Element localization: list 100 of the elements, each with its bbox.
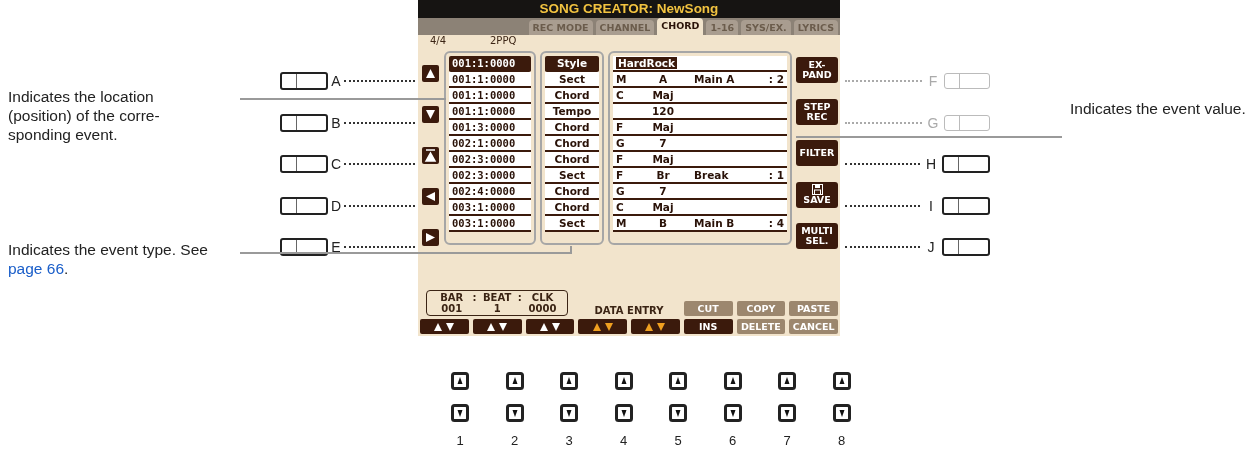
up-button[interactable]	[451, 372, 469, 390]
position-label: :	[517, 292, 522, 303]
arrow-button[interactable]	[631, 319, 680, 334]
value-cell[interactable]: F Br Break : 1	[613, 168, 787, 184]
position-value: 001	[440, 303, 464, 314]
screen-button[interactable]: SAVE	[796, 181, 838, 208]
position-label: BEAT	[482, 292, 513, 303]
value-cell[interactable]: M B Main B : 4	[613, 216, 787, 232]
button-letter: B	[330, 114, 342, 131]
down-button[interactable]	[560, 404, 578, 422]
button-number: 5	[674, 433, 682, 448]
type-cell[interactable]: Sect	[545, 168, 599, 184]
position-cell[interactable]: 002:4:0000	[449, 184, 531, 200]
leader-line	[344, 163, 415, 165]
arrow-button[interactable]	[472, 319, 522, 334]
value-cell[interactable]: F Maj	[613, 120, 787, 136]
callout-text: Indicates the location (position) of the corre- sponding event.	[8, 87, 160, 144]
value-cell[interactable]: G 7	[613, 136, 787, 152]
panel-button[interactable]	[942, 196, 990, 215]
down-button[interactable]	[614, 404, 633, 422]
up-button[interactable]	[832, 372, 851, 390]
type-cell[interactable]: Chord	[545, 136, 599, 152]
value-cell[interactable]: M A Main A : 2	[613, 72, 787, 88]
position-cell[interactable]: 001:1:0000	[449, 72, 531, 88]
button-letter: A	[330, 73, 342, 89]
up-button[interactable]	[669, 372, 687, 390]
leader-line	[344, 80, 415, 82]
button-number: 6	[728, 433, 737, 448]
position-cell[interactable]: 003:1:0000	[449, 216, 531, 232]
panel-button[interactable]	[280, 72, 328, 90]
value-cell[interactable]: C Maj	[613, 88, 787, 104]
screen-title: SONG CREATOR: NewSong	[418, 0, 840, 18]
position-cell[interactable]: 003:1:0000	[449, 200, 531, 216]
value-cell[interactable]: F Maj	[613, 152, 787, 168]
value-cell[interactable]: 120	[613, 104, 787, 120]
type-cell[interactable]: Sect	[545, 216, 599, 232]
type-cell[interactable]: Chord	[545, 88, 599, 104]
position-cell[interactable]: 002:1:0000	[449, 136, 531, 152]
position-cell[interactable]: 001:1:0000	[449, 104, 531, 120]
screen-button[interactable]: EX- PAND	[796, 57, 838, 83]
type-cell[interactable]: Tempo	[545, 104, 599, 120]
type-cell[interactable]: Chord	[545, 200, 599, 216]
button-number: 8	[837, 433, 846, 448]
leader-line	[344, 121, 415, 124]
position-cell[interactable]: 001:1:0000	[449, 56, 531, 72]
button-letter: I	[928, 197, 934, 214]
position-cell[interactable]: 002:3:0000	[449, 168, 531, 184]
data-entry-label: DATA ENTRY	[593, 305, 665, 316]
arrow-button[interactable]	[525, 319, 575, 334]
callout-text: Indicates the event value.	[1070, 99, 1246, 118]
screen-button[interactable]: FILTER	[796, 140, 838, 166]
button-number: 7	[783, 433, 791, 448]
panel-button[interactable]	[280, 155, 328, 173]
down-button[interactable]	[669, 404, 687, 422]
value-cell[interactable]: G 7	[613, 184, 787, 200]
type-cell[interactable]: Style	[545, 56, 599, 72]
button-letter: C	[329, 156, 343, 172]
position-cell[interactable]: 001:3:0000	[449, 120, 531, 136]
type-cell[interactable]: Sect	[545, 72, 599, 88]
up-button[interactable]	[778, 372, 796, 390]
down-button[interactable]	[505, 404, 524, 422]
top-arrow-icon[interactable]	[422, 147, 439, 164]
resolution: 2PPQ	[490, 35, 517, 47]
screen-button[interactable]: MULTI SEL.	[796, 223, 838, 249]
button-letter: E	[330, 239, 342, 255]
up-button[interactable]	[723, 372, 742, 390]
screen-button[interactable]: STEP REC	[796, 98, 838, 125]
button-number: 3	[565, 433, 573, 448]
panel-button[interactable]	[280, 113, 328, 132]
button-number: 1	[456, 433, 464, 448]
position-cell[interactable]: 001:1:0000	[449, 88, 531, 104]
panel-button[interactable]	[942, 238, 990, 256]
arrow-button[interactable]	[578, 319, 627, 334]
screen-button[interactable]: INS	[683, 319, 733, 334]
position-label: :	[472, 292, 477, 303]
arrow-button[interactable]	[420, 319, 469, 334]
down-button[interactable]	[778, 404, 796, 422]
value-cell[interactable]: HardRock	[613, 56, 787, 72]
position-label: BAR	[439, 292, 465, 303]
type-cell[interactable]: Chord	[545, 152, 599, 168]
callout-text: Indicates the event type. See page 66.	[8, 240, 209, 278]
type-cell[interactable]: Chord	[545, 120, 599, 136]
button-number: 2	[510, 433, 519, 448]
time-signature: 4/4	[430, 35, 448, 47]
down-button[interactable]	[832, 404, 851, 422]
tab[interactable]: CHORD	[657, 18, 704, 35]
panel-button[interactable]	[942, 155, 990, 173]
position-label: CLK	[530, 292, 555, 303]
up-button[interactable]	[560, 372, 578, 390]
button-letter: F	[927, 73, 939, 89]
position-cell[interactable]: 002:3:0000	[449, 152, 531, 168]
value-cell[interactable]: C Maj	[613, 200, 787, 216]
up-button[interactable]	[614, 372, 633, 390]
panel-button[interactable]	[280, 196, 328, 215]
down-button[interactable]	[723, 404, 742, 422]
button-letter: H	[924, 156, 938, 172]
type-cell[interactable]: Chord	[545, 184, 599, 200]
down-button[interactable]	[451, 404, 469, 422]
up-button[interactable]	[505, 372, 524, 390]
leader-line	[344, 204, 415, 207]
